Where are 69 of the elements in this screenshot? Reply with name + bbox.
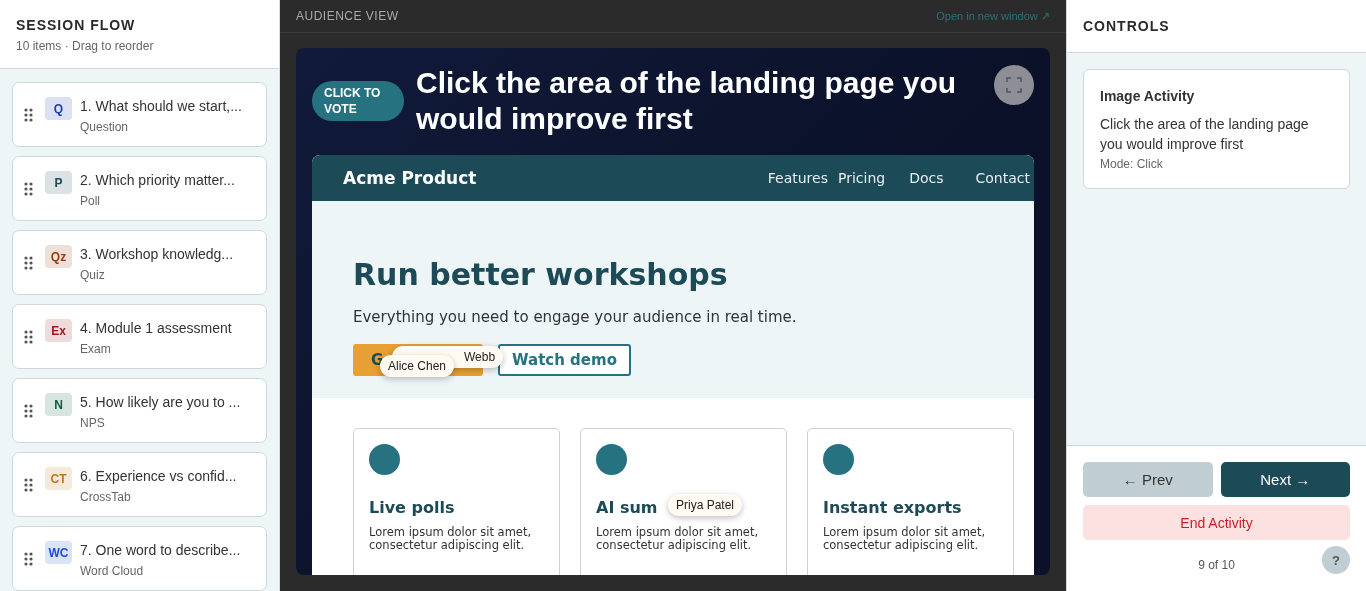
item-title: 1. What should we start,... <box>80 98 242 114</box>
drag-handle-icon[interactable] <box>24 478 33 492</box>
hero-tagline: Everything you need to engage your audience in real time. <box>353 308 798 326</box>
flow-item[interactable]: CT 6. Experience vs confid... CrossTab <box>12 452 267 517</box>
feature-icon <box>823 444 854 475</box>
type-badge: Qz <box>45 245 72 268</box>
item-count: 10 items · Drag to reorder <box>16 39 155 53</box>
hero-headline: Run better workshops <box>353 257 729 292</box>
item-title: 2. Which priority matter... <box>80 172 235 188</box>
fullscreen-icon <box>1006 77 1022 93</box>
feature-icon <box>369 444 400 475</box>
drag-handle-icon[interactable] <box>24 330 33 344</box>
progress-text: 9 of 10 <box>1198 558 1235 572</box>
activity-heading: Image Activity <box>1100 88 1196 104</box>
item-type: Word Cloud <box>80 564 145 578</box>
item-title: 3. Workshop knowledg... <box>80 246 234 262</box>
drag-handle-icon[interactable] <box>24 404 33 418</box>
type-badge: N <box>45 393 72 416</box>
drag-handle-icon[interactable] <box>24 108 33 122</box>
flow-item[interactable]: WC 7. One word to describe... Word Cloud <box>12 526 267 591</box>
vote-tag: CLICK TO VOTE <box>312 81 404 121</box>
type-badge: CT <box>45 467 72 490</box>
type-badge: Ex <box>45 319 72 342</box>
type-badge: Q <box>45 97 72 120</box>
flow-item[interactable]: P 2. Which priority matter... Poll <box>12 156 267 221</box>
watch-demo-button[interactable]: Watch demo <box>498 344 631 376</box>
panel-title: SESSION FLOW <box>16 17 137 33</box>
drag-handle-icon[interactable] <box>24 552 33 566</box>
help-button[interactable]: ? <box>1322 546 1350 574</box>
nav-link[interactable]: Docs <box>909 170 944 186</box>
flow-item[interactable]: Q 1. What should we start,... Question <box>12 82 267 147</box>
flow-item[interactable]: N 5. How likely are you to ... NPS <box>12 378 267 443</box>
item-title: 6. Experience vs confid... <box>80 468 237 484</box>
participant-tooltip: Priya Patel <box>668 494 743 516</box>
item-type: Question <box>80 120 130 134</box>
type-badge: WC <box>45 541 72 564</box>
nav-link[interactable]: Pricing <box>838 170 886 186</box>
section-label: AUDIENCE VIEW <box>296 9 399 23</box>
item-title: 5. How likely are you to ... <box>80 394 241 410</box>
feature-text: Lorem ipsum dolor sit amet, consectetur adipiscing elit. <box>369 526 533 552</box>
feature-title: Instant exports <box>823 498 962 517</box>
drag-handle-icon[interactable] <box>24 182 33 196</box>
item-type: Quiz <box>80 268 106 282</box>
type-badge: P <box>45 171 72 194</box>
nav-link[interactable]: Features <box>767 170 828 186</box>
fullscreen-button[interactable] <box>994 65 1034 105</box>
panel-title: CONTROLS <box>1083 18 1171 34</box>
item-title: 7. One word to describe... <box>80 542 241 558</box>
item-type: Poll <box>80 194 101 208</box>
next-button[interactable]: Next → <box>1220 462 1350 497</box>
prev-button[interactable]: ← Prev <box>1083 462 1213 497</box>
flow-item[interactable]: Ex 4. Module 1 assessment Exam <box>12 304 267 369</box>
activity-mode: Mode: Click <box>1100 157 1164 171</box>
item-type: Exam <box>80 342 112 356</box>
activity-question: Click the area of the landing page you would improve first <box>1100 115 1310 154</box>
item-title: 4. Module 1 assessment <box>80 320 232 336</box>
feature-title: AI sum <box>596 498 658 517</box>
nav-link[interactable]: Contact <box>975 170 1030 186</box>
end-activity-button[interactable]: End Activity <box>1083 505 1350 540</box>
item-type: NPS <box>80 416 106 430</box>
drag-handle-icon[interactable] <box>24 256 33 270</box>
flow-item[interactable]: Qz 3. Workshop knowledg... Quiz <box>12 230 267 295</box>
brand-name: Acme Product <box>343 168 477 188</box>
feature-text: Lorem ipsum dolor sit amet, consectetur adipiscing elit. <box>596 526 760 552</box>
feature-icon <box>596 444 627 475</box>
feature-text: Lorem ipsum dolor sit amet, consectetur adipiscing elit. <box>823 526 987 552</box>
question-title: Click the area of the landing page you would improve first <box>416 65 958 137</box>
item-type: CrossTab <box>80 490 132 504</box>
feature-title: Live polls <box>369 498 455 517</box>
